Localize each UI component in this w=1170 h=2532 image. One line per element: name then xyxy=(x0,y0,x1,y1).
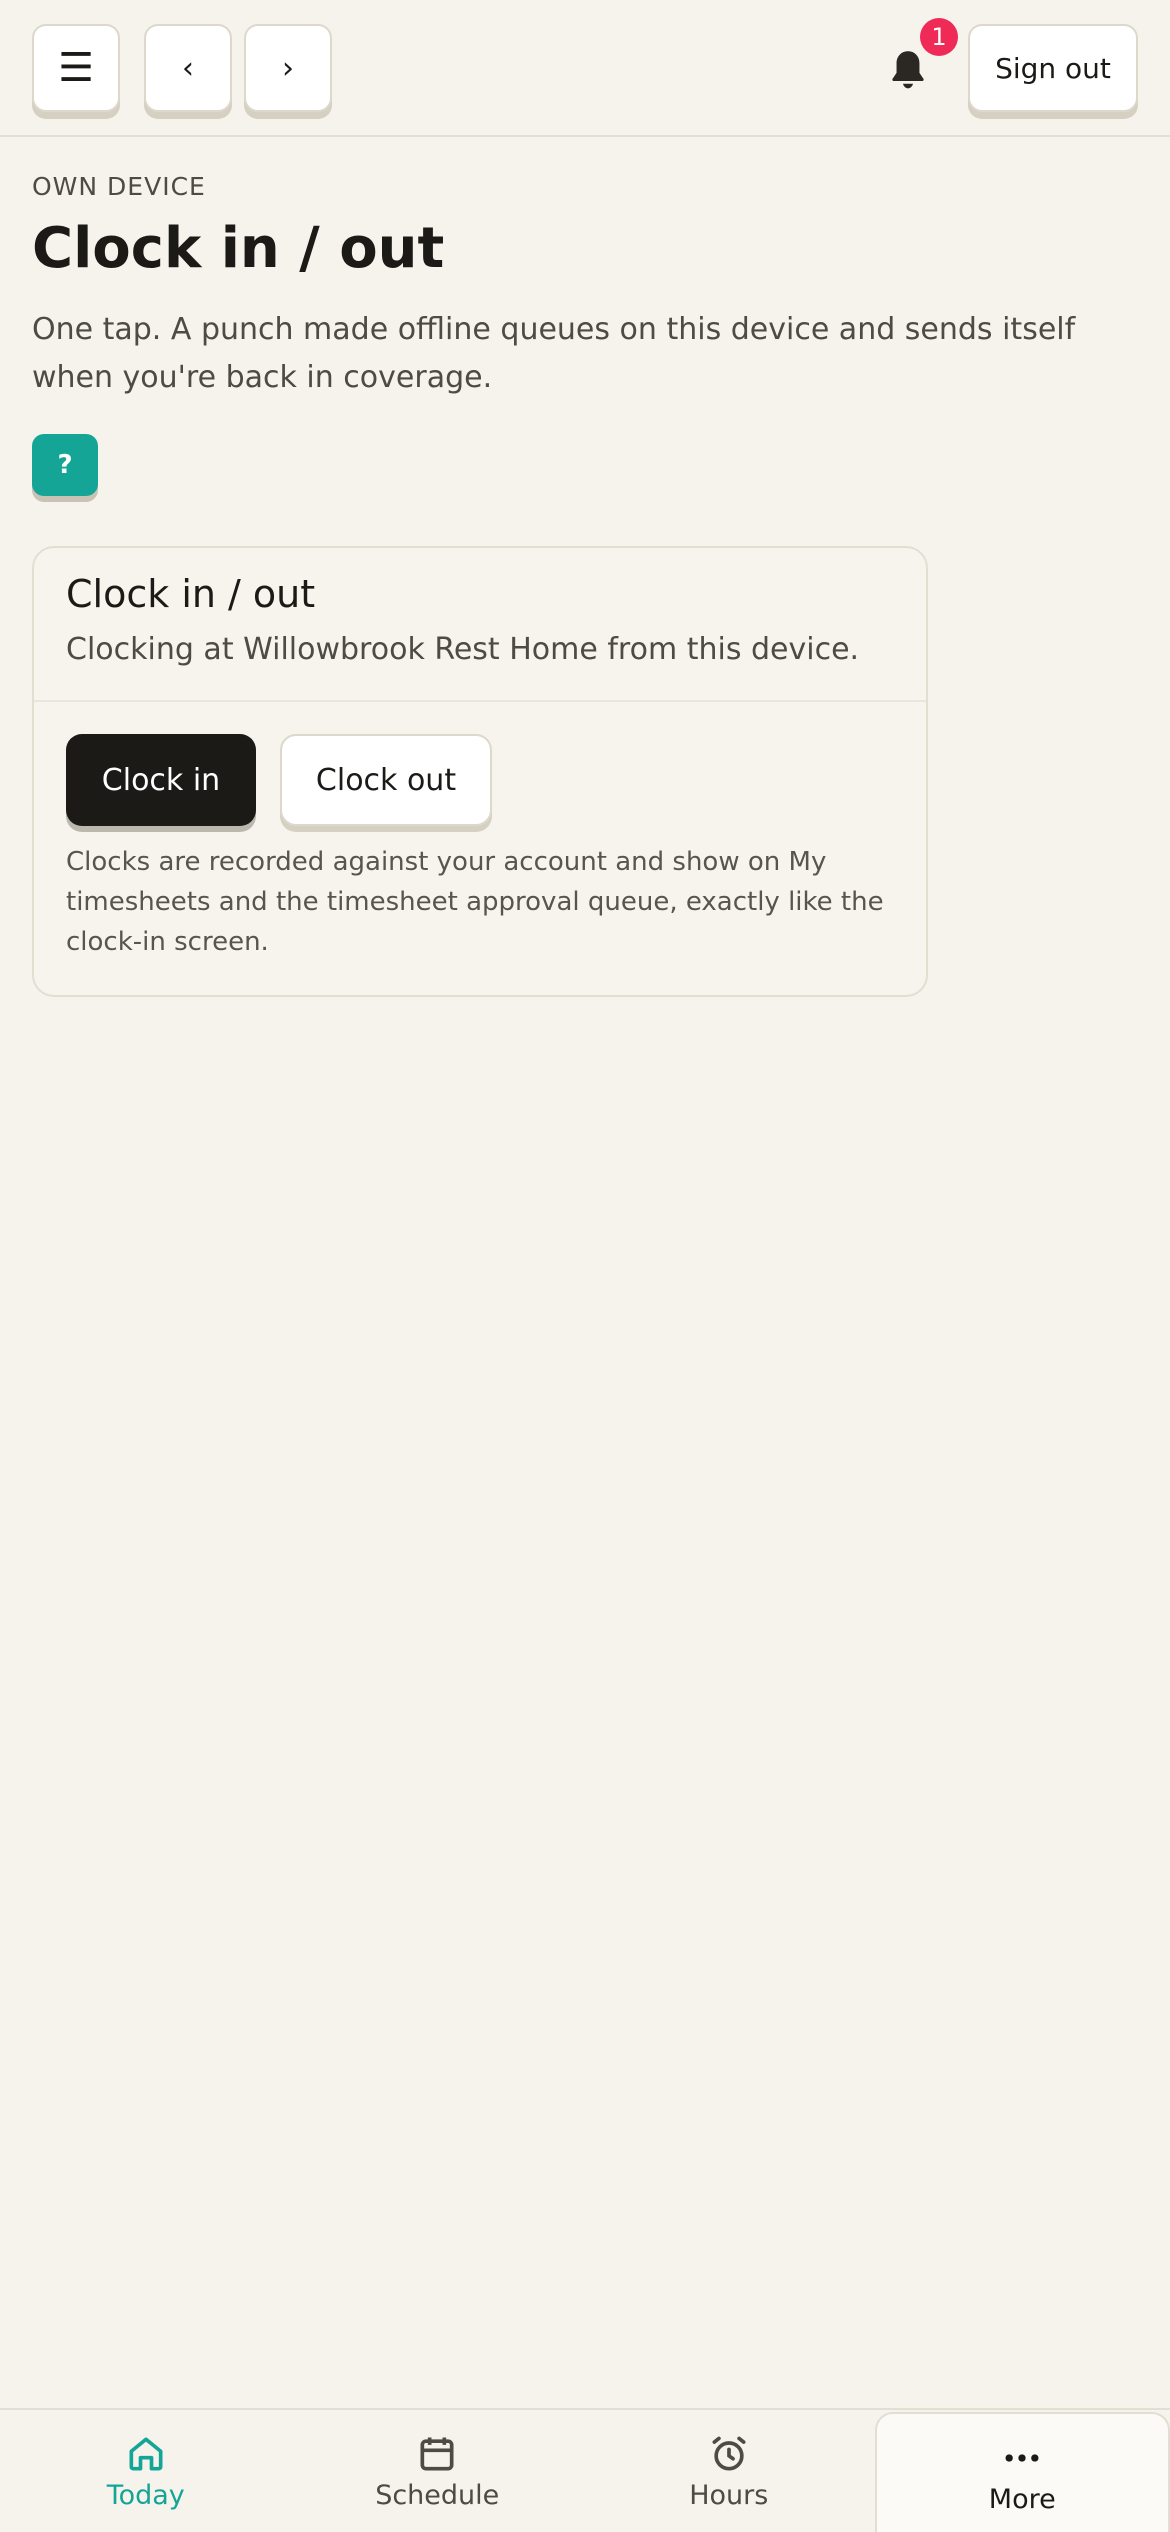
top-bar: ☰ ‹ › 1 Sign out xyxy=(0,0,1170,137)
notification-badge: 1 xyxy=(920,18,958,56)
nav-item-hours[interactable]: Hours xyxy=(583,2410,875,2532)
menu-icon: ☰ xyxy=(58,45,94,91)
clock-in-button[interactable]: Clock in xyxy=(66,734,256,826)
calendar-icon xyxy=(420,2437,454,2471)
intro-text: One tap. A punch made offline queues on … xyxy=(32,312,1076,395)
back-button[interactable]: ‹ xyxy=(144,24,232,112)
alarm-clock-icon xyxy=(712,2436,746,2471)
nav-label-today: Today xyxy=(106,2480,185,2511)
sign-out-button[interactable]: Sign out xyxy=(968,24,1138,112)
chevron-right-icon: › xyxy=(282,50,294,86)
nav-label-hours: Hours xyxy=(689,2480,769,2511)
card-note: Clocks are recorded against your account… xyxy=(66,847,884,957)
clock-card: Clock in / out Clocking at Willowbrook R… xyxy=(32,546,928,997)
bell-icon[interactable] xyxy=(883,45,933,95)
menu-button[interactable]: ☰ xyxy=(32,24,120,112)
bottom-nav: Today Schedule Hours More xyxy=(0,2408,1170,2532)
forward-button[interactable]: › xyxy=(244,24,332,112)
clock-button-row: Clock in Clock out xyxy=(66,734,492,826)
clock-out-button[interactable]: Clock out xyxy=(280,734,492,826)
nav-item-schedule[interactable]: Schedule xyxy=(292,2410,584,2532)
chevron-left-icon: ‹ xyxy=(182,50,194,86)
page-title: Clock in / out xyxy=(32,216,445,281)
card-header: Clock in / out Clocking at Willowbrook R… xyxy=(34,548,926,702)
help-button[interactable]: ? xyxy=(32,434,98,496)
nav-label-schedule: Schedule xyxy=(375,2480,500,2511)
section-eyebrow: OWN DEVICE xyxy=(32,172,206,201)
card-title: Clock in / out xyxy=(66,572,316,616)
home-icon xyxy=(129,2437,163,2471)
nav-label-more: More xyxy=(988,2484,1056,2515)
card-subtitle: Clocking at Willowbrook Rest Home from t… xyxy=(66,632,860,667)
more-dots-icon xyxy=(1005,2454,1039,2462)
app-root: ☰ ‹ › 1 Sign out OWN DEVICE Clock in / o… xyxy=(0,0,1170,2532)
nav-item-more[interactable]: More xyxy=(874,2412,1170,2532)
nav-item-today[interactable]: Today xyxy=(0,2410,292,2532)
